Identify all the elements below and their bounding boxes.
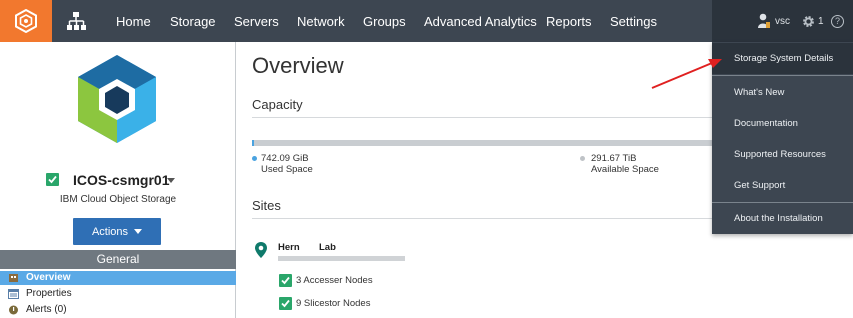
used-space-legend-dot [252, 156, 257, 161]
nav-storage[interactable]: Storage [170, 0, 216, 42]
capacity-bar [252, 140, 713, 146]
sites-heading: Sites [252, 198, 281, 213]
system-menu-caret-icon[interactable] [167, 178, 175, 183]
actions-button-label: Actions [91, 225, 129, 238]
nav-groups[interactable]: Groups [363, 0, 406, 42]
settings-count: 1 [818, 16, 824, 27]
alert-icon [9, 305, 18, 315]
nav-network[interactable]: Network [297, 0, 345, 42]
used-space-label: Used Space [261, 164, 313, 175]
nav-advanced-analytics[interactable]: Advanced Analytics [424, 0, 537, 42]
sidebar-item-label: Overview [26, 272, 71, 283]
main-content: Overview Capacity 742.09 GiB Used Space … [237, 42, 713, 318]
menu-item-storage-system-details[interactable]: Storage System Details [712, 43, 853, 74]
top-navigation-bar: Home Storage Servers Network Groups Adva… [0, 0, 853, 42]
site-name-primary[interactable]: Hern [278, 242, 300, 253]
site-name-secondary[interactable]: Lab [319, 242, 336, 253]
available-space-value: 291.67 TiB [591, 153, 637, 164]
nav-reports[interactable]: Reports [546, 0, 592, 42]
hexagon-logo-icon [15, 9, 37, 33]
help-dropdown-menu: Storage System Details What's New Docume… [712, 42, 853, 234]
accesser-status-icon [279, 274, 292, 287]
actions-button[interactable]: Actions [73, 218, 161, 245]
sidebar-item-label: Alerts (0) [26, 304, 67, 315]
menu-item-whats-new[interactable]: What's New [712, 77, 853, 108]
slicestor-nodes-label[interactable]: 9 Slicestor Nodes [296, 298, 370, 309]
system-name: ICOS-csmgr01 [73, 172, 170, 188]
accesser-nodes-label[interactable]: 3 Accesser Nodes [296, 275, 373, 286]
left-sidebar: ICOS-csmgr01 IBM Cloud Object Storage Ac… [0, 42, 236, 318]
site-capacity-bar [278, 256, 405, 261]
nav-settings[interactable]: Settings [610, 0, 657, 42]
help-icon[interactable]: ? [831, 15, 844, 28]
capacity-used-fill [252, 140, 254, 146]
product-logo[interactable] [0, 0, 52, 42]
available-space-legend-dot [580, 156, 585, 161]
available-space-label: Available Space [591, 164, 659, 175]
capacity-heading: Capacity [252, 97, 303, 112]
menu-item-about-installation[interactable]: About the Installation [712, 203, 853, 234]
chevron-down-icon [134, 229, 143, 234]
capacity-divider [252, 117, 713, 118]
system-subtitle: IBM Cloud Object Storage [59, 194, 177, 205]
gear-icon[interactable] [801, 14, 816, 29]
page-title: Overview [252, 53, 344, 78]
menu-item-supported-resources[interactable]: Supported Resources [712, 139, 853, 170]
nav-home[interactable]: Home [116, 0, 151, 42]
cloud-object-storage-logo [78, 55, 156, 143]
used-space-value: 742.09 GiB [261, 153, 309, 164]
general-section-header: General [0, 250, 236, 269]
nav-servers[interactable]: Servers [234, 0, 279, 42]
menu-separator [712, 75, 853, 76]
sidebar-item-properties[interactable]: Properties [0, 287, 236, 301]
sidebar-item-label: Properties [26, 288, 72, 299]
system-status-checkbox [46, 173, 59, 186]
menu-item-get-support[interactable]: Get Support [712, 170, 853, 201]
user-icon[interactable] [757, 13, 771, 29]
user-menu-area[interactable]: vsc 1 ? [712, 0, 853, 42]
sites-divider [252, 218, 713, 219]
building-icon [9, 274, 18, 282]
slicestor-status-icon [279, 297, 292, 310]
sitemap-icon[interactable] [64, 9, 88, 33]
user-name[interactable]: vsc [775, 0, 790, 43]
properties-icon [8, 289, 19, 299]
menu-item-documentation[interactable]: Documentation [712, 108, 853, 139]
sidebar-item-overview[interactable]: Overview [0, 271, 236, 285]
sidebar-item-alerts[interactable]: Alerts (0) [0, 303, 236, 317]
location-pin-icon [255, 242, 267, 258]
